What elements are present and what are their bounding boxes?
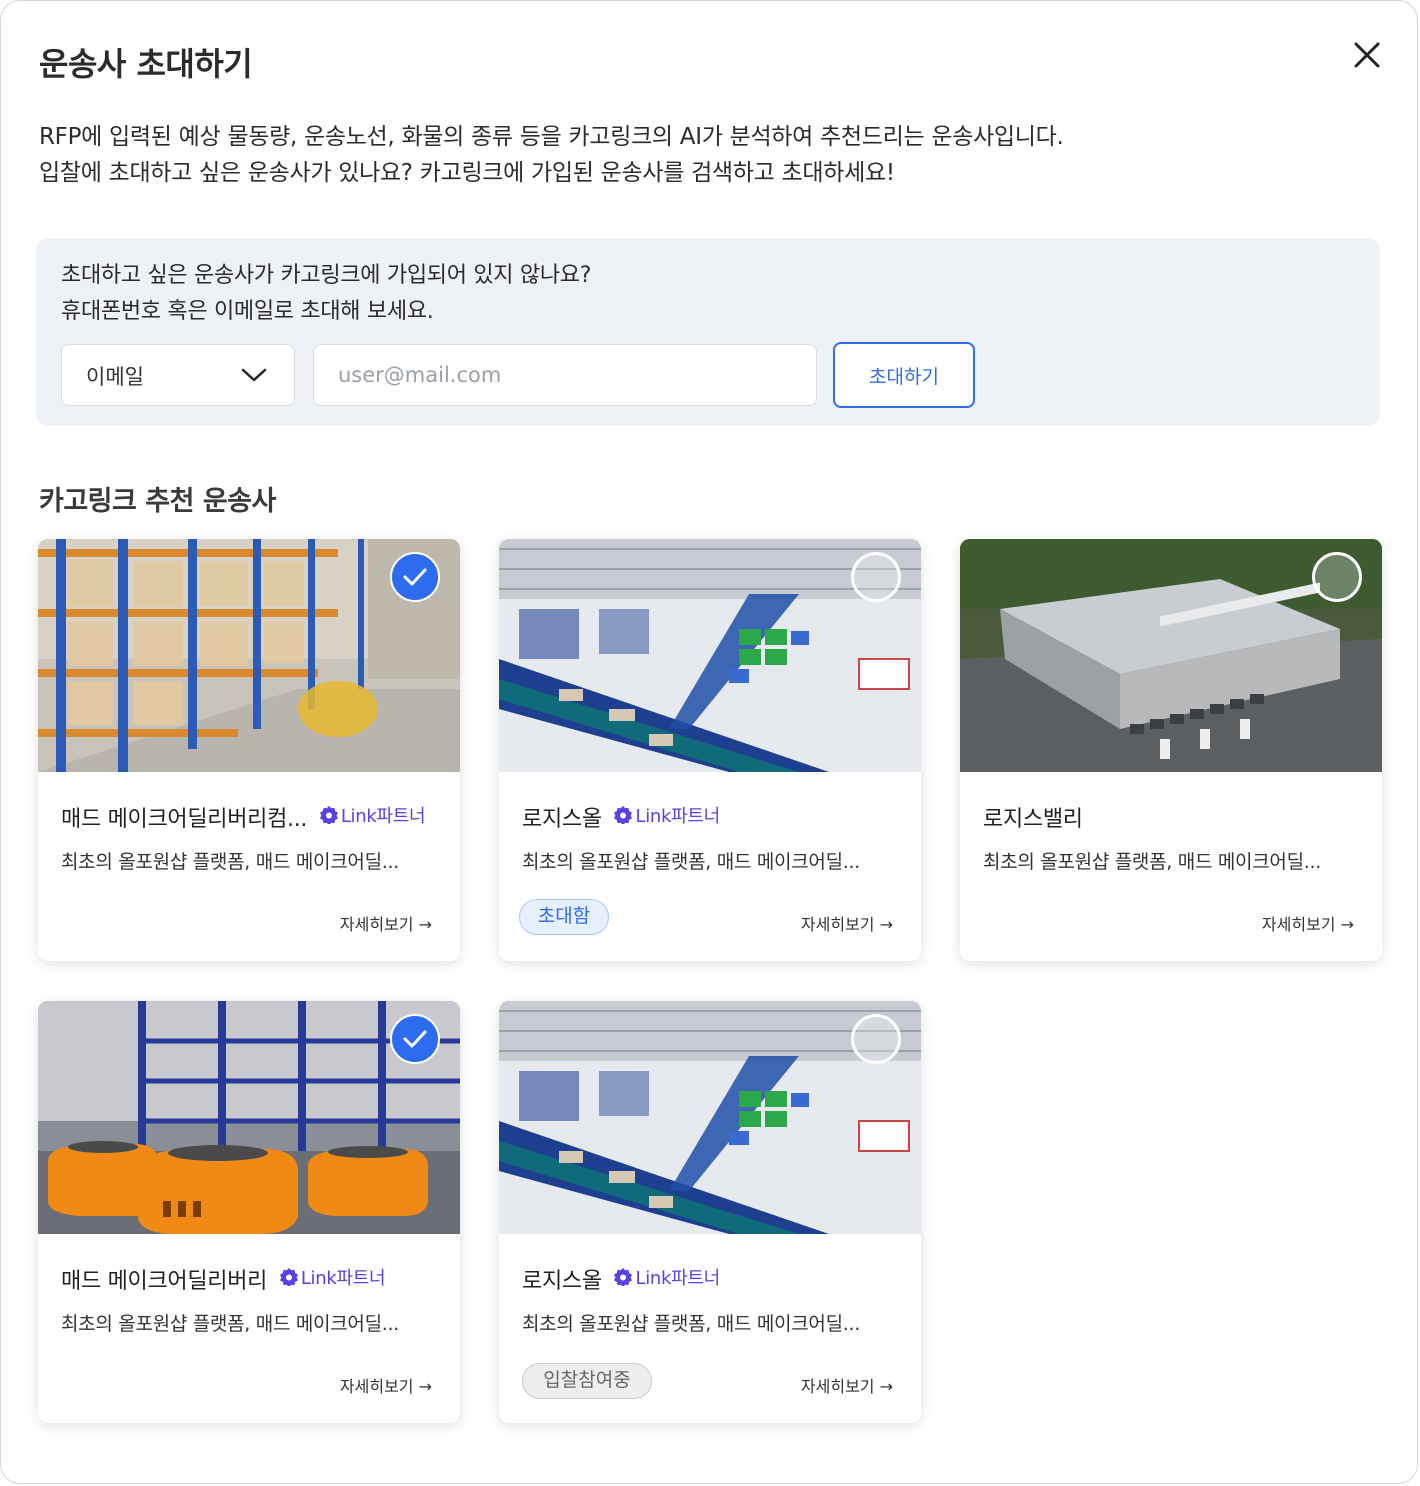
unselected-check-icon[interactable] [851,552,901,602]
carrier-description: 최초의 올포원샵 플랫폼, 매드 메이크어딜... [983,851,1321,873]
partner-badge-icon [614,806,633,824]
carrier-name-row: 로지스올 Link파트너 [522,1263,720,1295]
partner-badge-icon [319,806,338,824]
link-partner-badge: Link파트너 [279,1264,386,1290]
invite-carrier-modal: 운송사 초대하기 RFP에 입력된 예상 물동량, 운송노선, 화물의 종류 등… [0,0,1418,1484]
contact-type-value: 이메일 [86,365,144,389]
description-line-1: RFP에 입력된 예상 물동량, 운송노선, 화물의 종류 등을 카고링크의 A… [39,124,1064,150]
modal-title: 운송사 초대하기 [39,45,253,83]
invited-status-badge: 초대함 [519,899,609,935]
unselected-check-icon[interactable] [851,1014,901,1064]
partner-label: Link파트너 [340,806,426,827]
carrier-card[interactable]: 매드 메이크어딜리버리컴... Link파트너 최초의 올포원샵 플랫폼, 매드… [38,539,460,961]
invite-button[interactable]: 초대하기 [833,342,975,408]
carrier-name-row: 매드 메이크어딜리버리컴... Link파트너 [61,801,426,833]
recommended-section-title: 카고링크 추천 운송사 [39,486,276,517]
carrier-name: 로지스밸리 [983,807,1083,832]
close-icon[interactable] [1347,35,1387,75]
carrier-name: 로지스올 [522,807,602,832]
external-invite-line-1: 초대하고 싶은 운송사가 카고링크에 가입되어 있지 않나요? [61,263,592,288]
description-line-2: 입찰에 초대하고 싶은 운송사가 있나요? 카고링크에 가입된 운송사를 검색하… [39,160,895,186]
carrier-card[interactable]: 로지스밸리 최초의 올포원샵 플랫폼, 매드 메이크어딜... 자세히보기 → [960,539,1382,961]
carrier-card[interactable]: 로지스올 Link파트너 최초의 올포원샵 플랫폼, 매드 메이크어딜... 초… [499,539,921,961]
carrier-card[interactable]: 로지스올 Link파트너 최초의 올포원샵 플랫폼, 매드 메이크어딜... 입… [499,1001,921,1423]
external-invite-line-2: 휴대폰번호 혹은 이메일로 초대해 보세요. [61,299,434,324]
external-invite-text: 초대하고 싶은 운송사가 카고링크에 가입되어 있지 않나요? 휴대폰번호 혹은… [61,258,591,330]
view-details-link[interactable]: 자세히보기 → [340,1373,432,1397]
view-details-link[interactable]: 자세히보기 → [801,1373,893,1397]
selected-check-icon[interactable] [390,1014,440,1064]
carrier-name: 매드 메이크어딜리버리 [61,1269,268,1294]
partner-label: Link파트너 [300,1268,386,1289]
carrier-description: 최초의 올포원샵 플랫폼, 매드 메이크어딜... [61,1313,399,1335]
carrier-name-row: 매드 메이크어딜리버리 Link파트너 [61,1263,386,1295]
view-details-link[interactable]: 자세히보기 → [1262,911,1354,935]
email-input[interactable] [313,344,817,406]
selected-check-icon[interactable] [390,552,440,602]
external-invite-panel: 초대하고 싶은 운송사가 카고링크에 가입되어 있지 않나요? 휴대폰번호 혹은… [36,238,1380,426]
view-details-link[interactable]: 자세히보기 → [801,911,893,935]
link-partner-badge: Link파트너 [614,802,720,828]
link-partner-badge: Link파트너 [319,802,426,828]
partner-badge-icon [614,1268,633,1286]
link-partner-badge: Link파트너 [614,1264,720,1290]
chevron-down-icon [241,368,267,382]
contact-type-select[interactable]: 이메일 [61,344,295,406]
modal-description: RFP에 입력된 예상 물동량, 운송노선, 화물의 종류 등을 카고링크의 A… [39,119,1064,191]
carrier-card[interactable]: 매드 메이크어딜리버리 Link파트너 최초의 올포원샵 플랫폼, 매드 메이크… [38,1001,460,1423]
carrier-description: 최초의 올포원샵 플랫폼, 매드 메이크어딜... [522,851,860,873]
partner-label: Link파트너 [635,1268,720,1289]
carrier-name-row: 로지스올 Link파트너 [522,801,720,833]
unselected-check-icon[interactable] [1312,552,1362,602]
carrier-name: 로지스올 [522,1269,602,1294]
carrier-name: 매드 메이크어딜리버리컴... [61,807,308,832]
carrier-name-row: 로지스밸리 [983,801,1083,833]
partner-badge-icon [279,1268,298,1286]
view-details-link[interactable]: 자세히보기 → [340,911,432,935]
carrier-description: 최초의 올포원샵 플랫폼, 매드 메이크어딜... [522,1313,860,1335]
carrier-description: 최초의 올포원샵 플랫폼, 매드 메이크어딜... [61,851,399,873]
bidding-status-badge: 입찰참여중 [522,1363,652,1399]
partner-label: Link파트너 [635,806,720,827]
